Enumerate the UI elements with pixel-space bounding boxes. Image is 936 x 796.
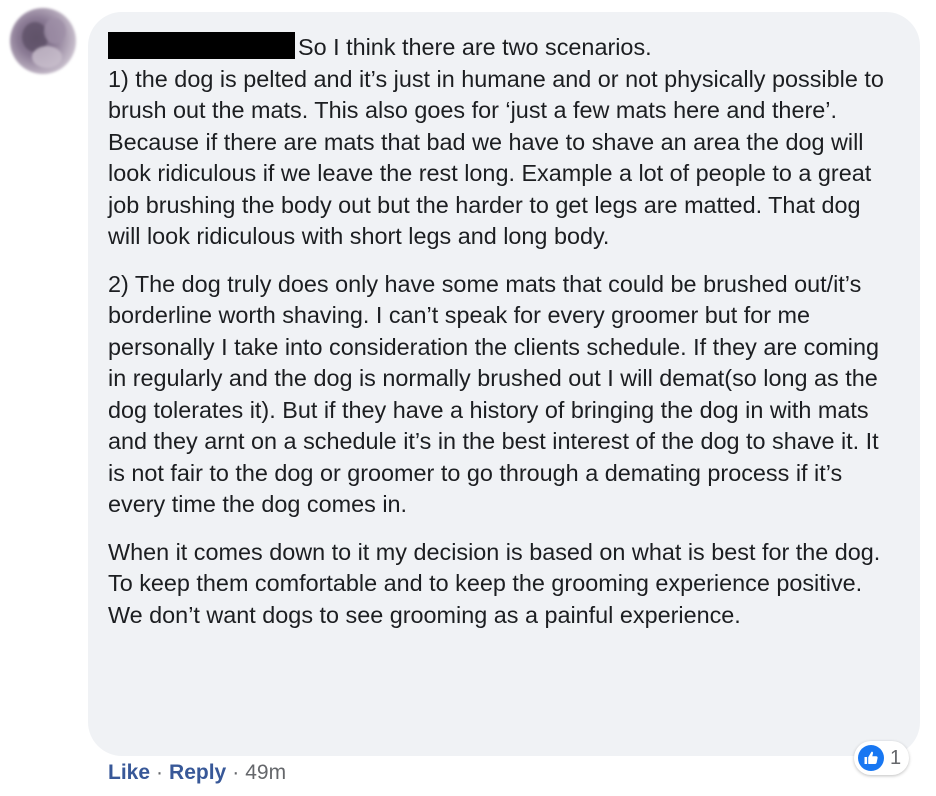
avatar-blur-shape xyxy=(44,18,66,44)
thumbs-up-icon xyxy=(858,745,884,771)
comment-actions: Like · Reply · 49m xyxy=(108,758,286,788)
reaction-count: 1 xyxy=(890,746,902,769)
comment-body: So I think there are two scenarios. 1) th… xyxy=(108,32,896,631)
reply-button[interactable]: Reply xyxy=(169,761,226,785)
redacted-author-name xyxy=(108,32,295,59)
timestamp[interactable]: 49m xyxy=(245,761,286,785)
reaction-summary[interactable]: 1 xyxy=(854,741,910,775)
comment-opening: So I think there are two scenarios. xyxy=(298,34,652,60)
like-button[interactable]: Like xyxy=(108,761,150,785)
separator-dot: · xyxy=(232,761,240,784)
comment-container: So I think there are two scenarios. 1) th… xyxy=(0,0,936,796)
comment-paragraph: So I think there are two scenarios. 1) th… xyxy=(108,32,896,253)
comment-paragraph-2: 2) The dog truly does only have some mat… xyxy=(108,270,880,518)
comment-bubble: So I think there are two scenarios. 1) th… xyxy=(88,12,920,756)
separator-dot: · xyxy=(156,761,164,784)
comment-paragraph-3: When it comes down to it my decision is … xyxy=(108,538,881,628)
avatar-blur-shape xyxy=(32,46,62,68)
avatar[interactable] xyxy=(10,8,76,74)
comment-paragraph-1: 1) the dog is pelted and it’s just in hu… xyxy=(108,65,884,250)
